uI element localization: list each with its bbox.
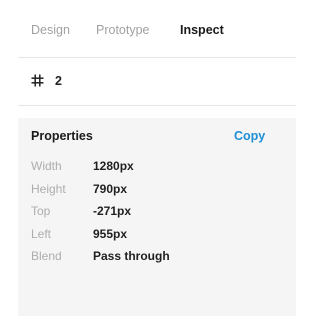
tab-design[interactable]: Design — [31, 22, 70, 38]
property-row-width: Width 1280px — [18, 156, 296, 179]
tab-prototype[interactable]: Prototype — [96, 22, 150, 38]
inspect-panel: Design Prototype Inspect 2 Properties Co… — [18, 0, 296, 316]
layer-name: 2 — [55, 74, 62, 88]
property-row-top: Top -271px — [18, 201, 296, 224]
property-label: Top — [31, 204, 51, 218]
frame-hash-icon — [31, 74, 44, 87]
property-value[interactable]: 790px — [93, 182, 127, 197]
panel-tabs: Design Prototype Inspect — [18, 0, 296, 58]
properties-section: Properties Copy Width 1280px Height 790p… — [18, 118, 296, 316]
property-value[interactable]: 955px — [93, 227, 127, 242]
property-row-height: Height 790px — [18, 179, 296, 202]
properties-header: Properties Copy — [18, 118, 296, 156]
properties-title: Properties — [31, 129, 93, 143]
property-value[interactable]: Pass through — [93, 249, 170, 264]
tab-inspect[interactable]: Inspect — [180, 22, 224, 38]
copy-button[interactable]: Copy — [234, 128, 265, 144]
selected-layer-row: 2 — [18, 58, 296, 106]
property-label: Left — [31, 226, 52, 241]
property-label: Blend — [31, 249, 62, 263]
property-row-left: Left 955px — [18, 224, 296, 247]
property-label: Height — [31, 181, 66, 196]
property-value[interactable]: -271px — [93, 204, 131, 219]
property-value[interactable]: 1280px — [93, 159, 134, 174]
property-label: Width — [31, 159, 62, 173]
property-row-blend: Blend Pass through — [18, 246, 296, 269]
